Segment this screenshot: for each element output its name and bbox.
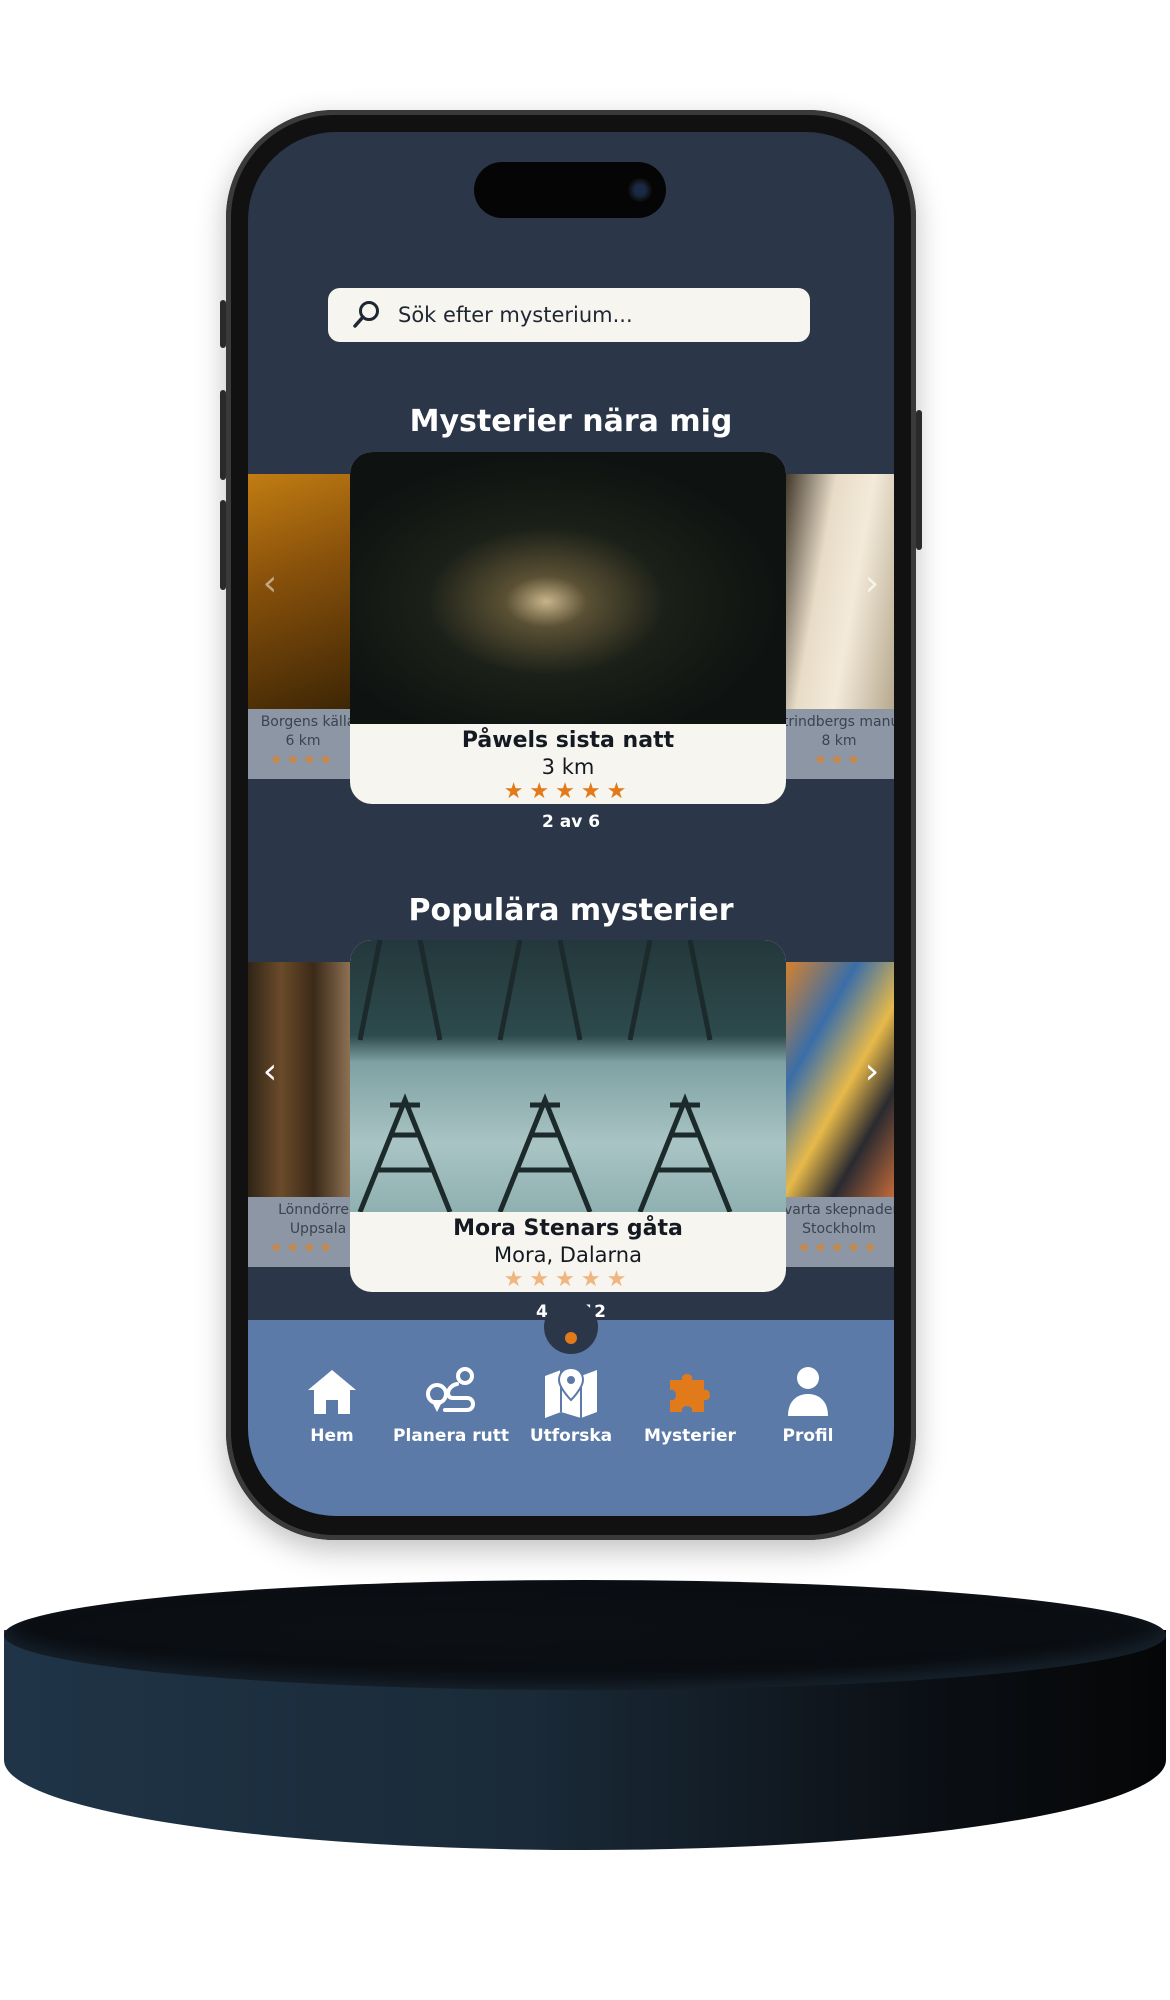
search-bar[interactable]: [328, 288, 810, 342]
side-button-right: [916, 410, 922, 550]
bottom-navigation: Hem Planera rutt Utforska Mysterier Prof…: [248, 1300, 894, 1516]
card-distance: 6 km: [285, 733, 321, 749]
card-info: Den svarta skepnaden Stockholm ★★★★★: [784, 1197, 894, 1267]
phone-frame: Mysterier nära mig Borgens källa 6 km ★★…: [220, 110, 922, 1540]
card-title: Mora Stenars gåta: [453, 1216, 683, 1241]
card-name: Borgens källa: [260, 714, 356, 730]
card-info: Lönndörren Uppsala ★★★★: [248, 1197, 358, 1267]
carousel-prev-arrow[interactable]: ‹: [252, 564, 288, 604]
nav-item-hem[interactable]: Hem: [272, 1364, 392, 1446]
card-distance: 8 km: [821, 733, 857, 749]
side-button-left-2: [220, 390, 226, 480]
near-left-card[interactable]: Borgens källa 6 km ★★★★: [248, 474, 358, 779]
card-rating: ★★★★: [269, 1240, 337, 1256]
near-carousel: Borgens källa 6 km ★★★★ Strindbergs manu…: [248, 452, 894, 812]
card-image: [350, 940, 786, 1212]
card-info: Strindbergs manus 8 km ★★★: [784, 709, 894, 779]
carousel-next-arrow[interactable]: ›: [854, 1052, 890, 1092]
active-indicator-dot: [565, 1332, 577, 1344]
pedestal-top: [4, 1580, 1166, 1690]
side-button-left-3: [220, 500, 226, 590]
near-counter: 2 av 6: [541, 812, 601, 832]
card-location: Stockholm: [802, 1221, 876, 1237]
card-title: Påwels sista natt: [461, 728, 675, 753]
side-button-left-1: [220, 300, 226, 348]
card-rating: ★★★★: [269, 752, 337, 768]
dynamic-island: [474, 162, 666, 218]
carousel-next-arrow[interactable]: ›: [854, 564, 890, 604]
nav-item-mysterier[interactable]: Mysterier: [630, 1364, 750, 1446]
pedestal: [0, 1580, 1170, 1900]
ladder-illustration: [357, 940, 733, 1212]
camera-icon: [628, 178, 652, 202]
map-icon: [545, 1366, 597, 1418]
popular-main-card[interactable]: Mora Stenars gåta Mora, Dalarna ★★★★★: [350, 940, 786, 1292]
card-image: [350, 452, 786, 724]
search-icon: [353, 301, 379, 328]
popular-left-card[interactable]: Lönndörren Uppsala ★★★★: [248, 962, 358, 1267]
carousel-prev-arrow[interactable]: ‹: [252, 1052, 288, 1092]
home-icon: [308, 1370, 356, 1414]
card-rating: ★★★★★: [503, 1267, 633, 1292]
nav-item-profil[interactable]: Profil: [748, 1364, 868, 1446]
search-input[interactable]: [396, 302, 780, 328]
nav-notch: [544, 1300, 598, 1354]
puzzle-icon: [670, 1374, 710, 1412]
card-rating: ★★★★★: [797, 1240, 881, 1256]
nav-item-planera-rutt[interactable]: Planera rutt: [391, 1364, 511, 1446]
card-location: Mora, Dalarna: [493, 1243, 642, 1267]
app-screen: Mysterier nära mig Borgens källa 6 km ★★…: [248, 132, 894, 1516]
nav-label: Mysterier: [644, 1426, 736, 1446]
card-info: Borgens källa 6 km ★★★★: [248, 709, 358, 779]
nav-label: Profil: [782, 1426, 834, 1446]
nav-label: Utforska: [529, 1426, 613, 1446]
card-distance: 3 km: [541, 755, 595, 779]
popular-section-title: Populära mysterier: [408, 893, 734, 928]
card-rating: ★★★★★: [503, 779, 633, 804]
near-right-card[interactable]: Strindbergs manus 8 km ★★★: [784, 474, 894, 779]
near-main-card[interactable]: Påwels sista natt 3 km ★★★★★: [350, 452, 786, 804]
nav-label: Planera rutt: [393, 1426, 509, 1446]
card-name: Den svarta skepnaden: [784, 1202, 894, 1218]
route-icon: [426, 1367, 475, 1412]
card-location: Uppsala: [289, 1221, 347, 1237]
popular-carousel: Lönndörren Uppsala ★★★★ Den svarta skepn…: [248, 940, 894, 1300]
card-rating: ★★★: [814, 752, 864, 768]
nav-item-utforska[interactable]: Utforska: [511, 1364, 631, 1446]
card-name: Strindbergs manus: [784, 714, 894, 730]
card-name: Lönndörren: [278, 1202, 358, 1218]
near-section-title: Mysterier nära mig: [409, 404, 733, 439]
popular-right-card[interactable]: Den svarta skepnaden Stockholm ★★★★★: [784, 962, 894, 1267]
user-icon: [788, 1367, 828, 1416]
nav-label: Hem: [310, 1426, 354, 1446]
